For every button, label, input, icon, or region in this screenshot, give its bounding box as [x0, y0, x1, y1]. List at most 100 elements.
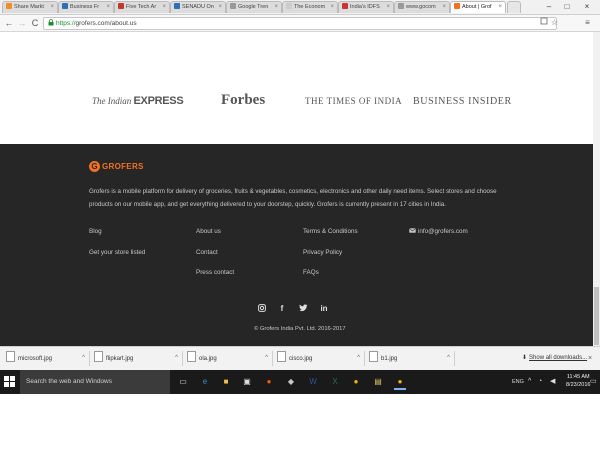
- tab-economist[interactable]: The Econom ×: [282, 1, 338, 13]
- facebook-icon[interactable]: f: [277, 304, 287, 314]
- new-tab-button[interactable]: [507, 1, 521, 13]
- word-icon[interactable]: W: [307, 375, 319, 388]
- tab-close-icon[interactable]: ×: [50, 2, 54, 13]
- tab-close-icon[interactable]: ×: [330, 2, 334, 13]
- forward-icon[interactable]: →: [16, 17, 28, 29]
- close-window-icon[interactable]: ×: [580, 0, 594, 13]
- tab-favicon: [342, 3, 348, 9]
- download-item[interactable]: microsoft.jpg ^: [2, 351, 90, 366]
- tab-senadu[interactable]: SENADU On ×: [170, 1, 226, 13]
- reload-icon[interactable]: C: [29, 17, 41, 29]
- edge-icon[interactable]: e: [199, 375, 211, 388]
- press-section: The Indian EXPRESS Forbes THE TIMES OF I…: [0, 32, 600, 144]
- tab-close-icon[interactable]: ×: [218, 2, 222, 13]
- back-icon[interactable]: ←: [3, 17, 15, 29]
- minimize-icon[interactable]: –: [542, 0, 556, 13]
- link-terms[interactable]: Terms & Conditions: [303, 228, 358, 235]
- chevron-up-icon[interactable]: ^: [82, 351, 85, 366]
- show-all-label: Show all downloads...: [529, 355, 588, 361]
- tray-up-icon[interactable]: ^: [528, 370, 531, 394]
- excel-icon[interactable]: X: [329, 375, 341, 388]
- lock-icon: [48, 19, 54, 28]
- tab-label: Share Markt: [14, 4, 44, 10]
- clock-date: 8/23/2016: [566, 381, 591, 388]
- tab-label: India's IDFS: [350, 4, 380, 10]
- close-downloads-icon[interactable]: ×: [588, 351, 592, 366]
- linkedin-icon[interactable]: in: [319, 304, 329, 314]
- tab-favicon: [174, 3, 180, 9]
- link-email[interactable]: info@grofers.com: [409, 228, 468, 235]
- tab-gocom[interactable]: www.gocom ×: [394, 1, 450, 13]
- link-press-contact[interactable]: Press contact: [196, 269, 234, 276]
- volume-icon[interactable]: ◀: [550, 370, 555, 394]
- chevron-up-icon[interactable]: ^: [265, 351, 268, 366]
- tab-close-icon[interactable]: ×: [106, 2, 110, 13]
- app-icon[interactable]: ◆: [285, 375, 297, 388]
- tab-idfs[interactable]: India's IDFS ×: [338, 1, 394, 13]
- tab-label: SENADU On: [182, 4, 214, 10]
- link-get-store-listed[interactable]: Get your store listed: [89, 249, 145, 256]
- tab-close-icon[interactable]: ×: [274, 2, 278, 13]
- tab-close-icon[interactable]: ×: [498, 2, 502, 13]
- file-explorer-icon[interactable]: ■: [220, 375, 232, 388]
- maximize-icon[interactable]: □: [560, 0, 574, 13]
- photos-icon[interactable]: ▤: [372, 375, 384, 388]
- site-footer: G GROFERS Grofers is a mobile platform f…: [0, 144, 593, 346]
- tab-close-icon[interactable]: ×: [162, 2, 166, 13]
- link-faqs[interactable]: FAQs: [303, 269, 319, 276]
- download-item[interactable]: flipkart.jpg ^: [90, 351, 183, 366]
- store-icon[interactable]: ▣: [241, 375, 253, 388]
- address-bar[interactable]: https://grofers.com/about.us: [43, 17, 557, 30]
- taskbar-search-box[interactable]: Search the web and Windows: [20, 370, 170, 394]
- file-icon: [6, 351, 15, 362]
- tab-grofers-about[interactable]: About | Grof ×: [450, 1, 506, 13]
- star-icon[interactable]: ☆: [549, 17, 560, 28]
- menu-icon[interactable]: ≡: [582, 17, 593, 28]
- file-icon: [277, 351, 286, 362]
- file-icon: [187, 351, 196, 362]
- language-indicator[interactable]: ENG: [512, 370, 524, 394]
- instagram-icon[interactable]: [257, 304, 267, 314]
- chrome-active-icon[interactable]: ●: [394, 375, 406, 390]
- tab-label: Business Fr: [70, 4, 100, 10]
- network-icon[interactable]: ◔: [538, 370, 542, 394]
- chrome-icon[interactable]: ●: [350, 375, 362, 388]
- link-about-us[interactable]: About us: [196, 228, 221, 235]
- chevron-up-icon[interactable]: ^: [447, 351, 450, 366]
- download-item[interactable]: ola.jpg ^: [183, 351, 273, 366]
- tab-close-icon[interactable]: ×: [442, 2, 446, 13]
- tab-favicon: [230, 3, 236, 9]
- link-contact[interactable]: Contact: [196, 249, 218, 256]
- windows-taskbar: Search the web and Windows ▭ e ■ ▣ ● ◆ W…: [0, 370, 600, 394]
- download-item[interactable]: b1.jpg ^: [365, 351, 455, 366]
- forbes-logo: Forbes: [221, 92, 266, 108]
- tab-favicon: [118, 3, 124, 9]
- show-all-downloads-link[interactable]: ⬇ Show all downloads...: [522, 351, 587, 366]
- extension-icon[interactable]: [538, 17, 549, 28]
- url-host-path: grofers.com/about.us: [75, 20, 137, 27]
- tab-five-tech[interactable]: Five Tech Ar ×: [114, 1, 170, 13]
- notifications-icon[interactable]: ▭: [590, 370, 597, 394]
- task-view-icon[interactable]: ▭: [177, 375, 189, 388]
- tab-close-icon[interactable]: ×: [386, 2, 390, 13]
- download-item[interactable]: cisco.jpg ^: [273, 351, 365, 366]
- twitter-icon[interactable]: [298, 304, 308, 314]
- tab-share-market[interactable]: Share Markt ×: [2, 1, 58, 13]
- windows-start-icon[interactable]: [4, 376, 16, 388]
- times-of-india-logo: THE TIMES OF INDIA: [305, 96, 403, 106]
- tab-label: The Econom: [294, 4, 326, 10]
- grofers-logo-text: GROFERS: [102, 162, 144, 171]
- page-scrollbar[interactable]: [593, 32, 600, 346]
- clock-time: 11:45 AM: [566, 374, 590, 380]
- tab-label: www.gocom: [406, 4, 436, 10]
- taskbar-clock[interactable]: 11:45 AM 8/23/2016: [566, 374, 590, 389]
- scrollbar-thumb[interactable]: [594, 287, 599, 345]
- link-privacy-policy[interactable]: Privacy Policy: [303, 249, 342, 256]
- tab-google-trends[interactable]: Google Tren ×: [226, 1, 282, 13]
- file-icon: [94, 351, 103, 362]
- link-blog[interactable]: Blog: [89, 228, 102, 235]
- chevron-up-icon[interactable]: ^: [175, 351, 178, 366]
- firefox-icon[interactable]: ●: [263, 375, 275, 388]
- chevron-up-icon[interactable]: ^: [357, 351, 360, 366]
- tab-business[interactable]: Business Fr ×: [58, 1, 114, 13]
